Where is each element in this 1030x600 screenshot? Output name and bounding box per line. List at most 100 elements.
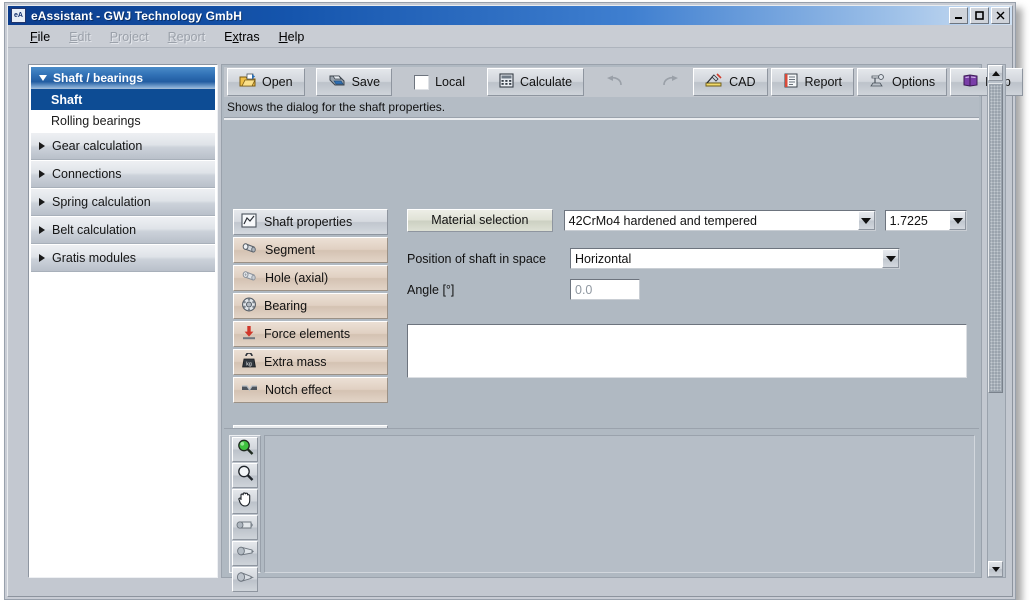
chevron-down-icon xyxy=(39,75,47,81)
element-button-label: Segment xyxy=(265,243,315,257)
sidebar-item-label: Connections xyxy=(52,167,122,181)
sidebar-item-label: Gear calculation xyxy=(52,139,142,153)
sidebar-item-gratis-modules[interactable]: Gratis modules xyxy=(31,244,215,272)
cone-view-icon xyxy=(235,544,255,563)
scroll-thumb[interactable] xyxy=(988,83,1003,393)
scroll-up-icon xyxy=(992,71,1000,76)
graphics-tool-column xyxy=(229,435,261,573)
hint-divider xyxy=(224,118,979,120)
zoom-icon xyxy=(236,464,255,488)
element-button-label: Notch effect xyxy=(265,383,331,397)
sidebar-item-spring-calculation[interactable]: Spring calculation xyxy=(31,188,215,216)
sidebar-group-label: Shaft / bearings xyxy=(53,71,143,85)
zoom-fit-icon xyxy=(236,438,255,462)
sidebar-item-label: Spring calculation xyxy=(52,195,151,209)
material-selection-button[interactable]: Material selection xyxy=(407,209,553,232)
close-icon[interactable] xyxy=(991,7,1010,24)
sidebar-item-belt-calculation[interactable]: Belt calculation xyxy=(31,216,215,244)
position-select[interactable]: Horizontal xyxy=(570,248,900,269)
menu-help[interactable]: Help xyxy=(272,28,312,46)
cad-button-label: CAD xyxy=(729,75,755,89)
sidebar-group-shaft-bearings[interactable]: Shaft / bearings xyxy=(31,67,215,89)
vertical-scrollbar[interactable] xyxy=(987,64,1006,578)
notch-effect-button[interactable]: Notch effect xyxy=(233,377,388,403)
chevron-right-icon xyxy=(39,254,45,262)
force-elements-button[interactable]: Force elements xyxy=(233,321,388,347)
cone-view-button[interactable] xyxy=(232,541,258,566)
window-controls xyxy=(949,7,1010,24)
sidebar-item-connections[interactable]: Connections xyxy=(31,160,215,188)
sidebar-item-label: Gratis modules xyxy=(52,251,136,265)
module-tree: Shaft / bearings Shaft Rolling bearings … xyxy=(31,67,215,272)
material-number-select[interactable]: 1.7225 xyxy=(885,210,967,231)
save-button-label: Save xyxy=(352,75,381,89)
sidebar-item-label: Belt calculation xyxy=(52,223,136,237)
hole-axial-button[interactable]: Hole (axial) xyxy=(233,265,388,291)
scroll-up-button[interactable] xyxy=(988,65,1003,81)
chevron-down-icon[interactable] xyxy=(949,211,966,230)
message-output-box[interactable] xyxy=(407,324,967,378)
status-hint-text: Shows the dialog for the shaft propertie… xyxy=(227,100,445,114)
cylinder-view-icon xyxy=(235,518,255,537)
options-button[interactable]: Options xyxy=(857,68,947,96)
maximize-icon[interactable] xyxy=(970,7,989,24)
report-button[interactable]: Report xyxy=(771,68,855,96)
chevron-down-icon[interactable] xyxy=(858,211,875,230)
angle-label: Angle [°] xyxy=(407,283,570,297)
application-window: eA eAssistant - GWJ Technology GmbH FFil… xyxy=(4,2,1016,600)
sidebar-item-shaft[interactable]: Shaft xyxy=(31,89,215,110)
arrow-down-icon xyxy=(241,325,257,343)
minimize-icon[interactable] xyxy=(949,7,968,24)
sidebar-item-label: Rolling bearings xyxy=(51,114,141,128)
open-button-label: Open xyxy=(262,75,293,89)
zoom-button[interactable] xyxy=(232,463,258,488)
save-button[interactable]: Save xyxy=(316,68,393,96)
sidebar-item-rolling-bearings[interactable]: Rolling bearings xyxy=(31,110,215,132)
report-button-label: Report xyxy=(805,75,843,89)
position-label: Position of shaft in space xyxy=(407,252,570,266)
chevron-down-icon[interactable] xyxy=(882,249,899,268)
cylinder-view-button[interactable] xyxy=(232,515,258,540)
extra-mass-button[interactable]: kg Extra mass xyxy=(233,349,388,375)
element-button-label: Hole (axial) xyxy=(265,271,328,285)
chevron-right-icon xyxy=(39,170,45,178)
graphics-area xyxy=(224,428,979,575)
shaft-properties-button[interactable]: Shaft properties xyxy=(233,209,388,235)
calculate-button[interactable]: Calculate xyxy=(487,68,584,96)
pan-button[interactable] xyxy=(232,489,258,514)
angle-row: Angle [°] 0.0 xyxy=(407,279,967,300)
local-checkbox[interactable]: Local xyxy=(403,69,476,95)
menu-file[interactable]: FFileile xyxy=(23,28,57,46)
sidebar-item-gear-calculation[interactable]: Gear calculation xyxy=(31,132,215,160)
material-select[interactable]: 42CrMo4 hardened and tempered xyxy=(564,210,876,231)
redo-button xyxy=(648,69,690,95)
open-button[interactable]: Open xyxy=(227,68,305,96)
sidebar-item-label: Shaft xyxy=(51,93,82,107)
cylinder-icon xyxy=(241,241,258,259)
scroll-down-button[interactable] xyxy=(988,561,1003,577)
floppy-disk-icon xyxy=(328,73,346,91)
folder-open-icon xyxy=(239,73,256,91)
segment-button[interactable]: Segment xyxy=(233,237,388,263)
undo-button xyxy=(595,69,637,95)
material-row: Material selection 42CrMo4 hardened and … xyxy=(407,209,967,232)
cone2-view-button[interactable] xyxy=(232,567,258,592)
scroll-down-icon xyxy=(992,567,1000,572)
cad-button[interactable]: CAD xyxy=(693,68,767,96)
element-button-label: Shaft properties xyxy=(264,215,352,229)
local-checkbox-label: Local xyxy=(435,75,465,89)
body-area: Shaft / bearings Shaft Rolling bearings … xyxy=(8,48,1012,596)
main-panel: Open Save Local xyxy=(221,64,982,578)
bearing-button[interactable]: Bearing xyxy=(233,293,388,319)
cad-icon xyxy=(705,73,723,91)
shaft-properties-form: Shaft properties Segment xyxy=(224,121,979,476)
shaft-drawing-canvas[interactable] xyxy=(264,435,975,573)
menu-extras[interactable]: Extras xyxy=(217,28,266,46)
window-title: eAssistant - GWJ Technology GmbH xyxy=(31,9,242,23)
zoom-fit-button[interactable] xyxy=(232,437,258,462)
title-bar: eA eAssistant - GWJ Technology GmbH xyxy=(8,6,1012,25)
position-row: Position of shaft in space Horizontal xyxy=(407,248,967,269)
angle-input[interactable]: 0.0 xyxy=(570,279,640,300)
element-button-label: Force elements xyxy=(264,327,350,341)
element-button-label: Extra mass xyxy=(264,355,327,369)
